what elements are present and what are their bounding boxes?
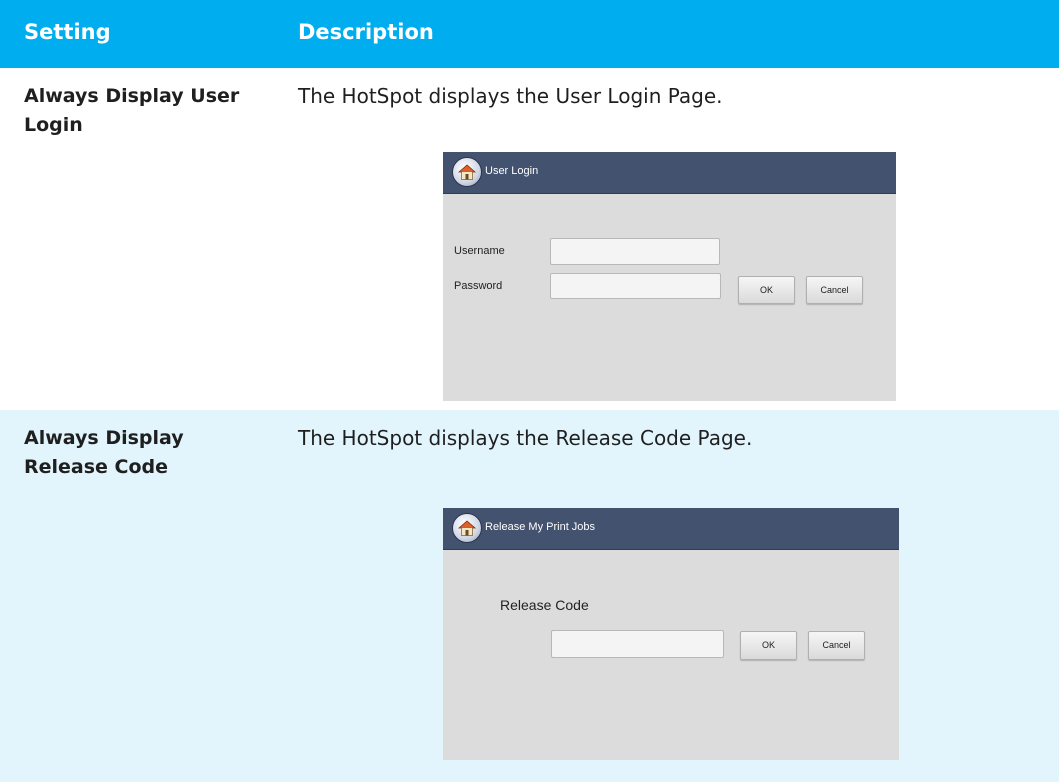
setting-description: The HotSpot displays the Release Code Pa… <box>298 426 753 450</box>
release-code-label: Release Code <box>500 597 589 613</box>
username-label: Username <box>454 245 505 257</box>
screen-title: User Login <box>485 165 539 177</box>
screen-titlebar: User Login <box>443 152 896 194</box>
password-label: Password <box>454 280 503 292</box>
table-header: Setting Description <box>0 0 1059 68</box>
setting-name: Always Display User Login <box>24 85 240 136</box>
cancel-button[interactable]: Cancel <box>808 631 865 660</box>
table-row: Always Display User Login The HotSpot di… <box>0 68 1059 410</box>
ok-button[interactable]: OK <box>738 276 795 304</box>
username-input[interactable] <box>550 238 720 265</box>
home-icon <box>452 513 482 543</box>
table-row: Always Display Release Code The HotSpot … <box>0 410 1059 782</box>
cancel-button[interactable]: Cancel <box>806 276 863 304</box>
setting-description: The HotSpot displays the User Login Page… <box>298 84 723 108</box>
screen-titlebar: Release My Print Jobs <box>443 508 899 550</box>
screen-title: Release My Print Jobs <box>485 521 596 533</box>
home-icon <box>452 157 482 187</box>
setting-name: Always Display Release Code <box>24 427 184 478</box>
header-description: Description <box>298 20 434 44</box>
header-setting: Setting <box>24 20 111 44</box>
release-code-input[interactable] <box>551 630 724 658</box>
user-login-screenshot: User Login Username Password OK Cancel <box>443 152 896 401</box>
ok-button[interactable]: OK <box>740 631 797 660</box>
password-input[interactable] <box>550 273 721 299</box>
release-code-screenshot: Release My Print Jobs Release Code OK Ca… <box>443 508 899 760</box>
